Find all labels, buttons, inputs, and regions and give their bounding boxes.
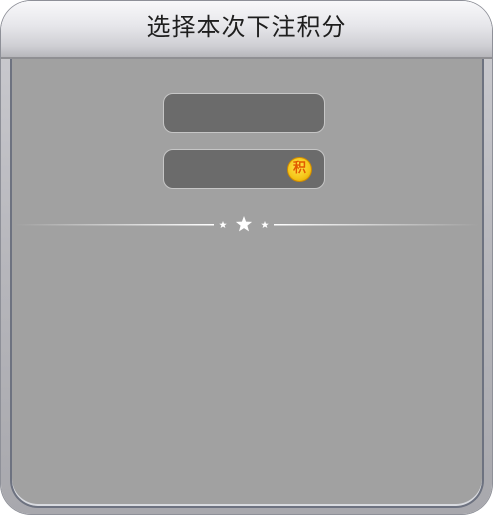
dialog-title: 选择本次下注积分: [146, 13, 347, 41]
small-star-icon: [261, 221, 269, 228]
star-divider: [15, 216, 479, 232]
coin-icon: 积: [287, 157, 312, 182]
bet-points-dialog: 选择本次下注积分 积: [0, 0, 494, 516]
star-icon: [235, 216, 253, 232]
bet-amount-field[interactable]: [163, 93, 325, 133]
dialog-header: 选择本次下注积分: [1, 1, 492, 59]
divider-line-right: [274, 224, 479, 226]
divider-line-left: [15, 224, 214, 226]
small-star-icon: [219, 221, 227, 228]
